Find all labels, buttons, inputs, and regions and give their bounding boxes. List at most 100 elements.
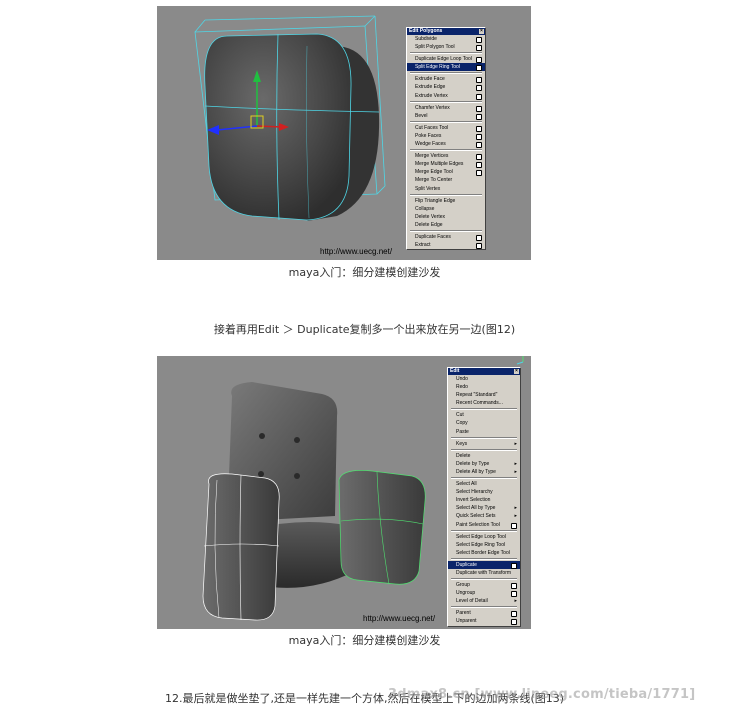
menu-item[interactable]: Keys ▸ [448, 440, 520, 448]
option-box-icon[interactable] [511, 591, 517, 598]
menu-item[interactable]: Select All [448, 480, 520, 488]
menu-title-label: Edit [450, 368, 460, 374]
menu-item[interactable]: Extrude Edge [407, 83, 485, 92]
submenu-arrow-icon: ▸ [514, 440, 517, 447]
menu-item[interactable]: Select Edge Loop Tool [448, 533, 520, 541]
menu-item[interactable]: Parent [448, 609, 520, 618]
menu-item[interactable]: Poke Faces [407, 132, 485, 140]
menu-item-label: Keys [456, 440, 468, 447]
close-icon[interactable]: × [479, 29, 484, 34]
menu-item[interactable]: Unparent [448, 617, 520, 626]
menu-divider [451, 448, 517, 451]
option-box-icon[interactable] [476, 170, 482, 177]
menu-item[interactable]: Merge Multiple Edges [407, 160, 485, 169]
option-box-icon[interactable] [476, 142, 482, 149]
menu-item[interactable]: Delete All by Type ▸ [448, 468, 520, 476]
option-box-icon[interactable] [476, 133, 482, 140]
menu-item[interactable]: Cut [448, 411, 520, 419]
option-box-icon[interactable] [476, 154, 482, 161]
menu-item[interactable]: Delete Vertex [407, 213, 485, 221]
option-box-icon[interactable] [476, 243, 482, 250]
option-box-icon[interactable] [476, 85, 482, 92]
option-box-icon[interactable] [476, 162, 482, 169]
option-box-icon[interactable] [476, 125, 482, 132]
menu-item[interactable]: Redo [448, 383, 520, 391]
menu-item[interactable]: Delete by Type ▸ [448, 460, 520, 468]
menu-item[interactable]: Split Edge Ring Tool [407, 63, 485, 72]
menu-item[interactable]: Flip Triangle Edge [407, 197, 485, 205]
menu-item[interactable]: Copy [448, 419, 520, 427]
menu-item-label: Invert Selection [456, 497, 491, 504]
option-box-icon[interactable] [511, 619, 517, 626]
option-box-icon[interactable] [511, 522, 517, 529]
edit-menu[interactable]: Edit × Undo Redo Repeat "Standard" Recent Com… [447, 367, 521, 627]
menu-item[interactable]: Repeat "Standard" [448, 391, 520, 399]
menu-item[interactable]: Merge Vertices [407, 152, 485, 161]
menu-item[interactable]: Group [448, 581, 520, 590]
maya-viewport-screenshot-2: http://www.uecg.net/ Edit × Undo Redo Repeat… [157, 356, 531, 629]
menu-item[interactable]: Wedge Faces [407, 140, 485, 149]
option-box-icon[interactable] [511, 611, 517, 618]
menu-item[interactable]: Duplicate Faces [407, 233, 485, 241]
menu-item[interactable]: Duplicate [448, 560, 520, 569]
menu-item[interactable]: Delete Edge [407, 221, 485, 229]
menu-item-label: Duplicate Faces [415, 233, 451, 240]
menu-item[interactable]: Merge To Center [407, 176, 485, 184]
submenu-arrow-icon: ▸ [514, 468, 517, 475]
menu-title[interactable]: Edit Polygons × [407, 28, 485, 35]
menu-item[interactable]: Extrude Face [407, 75, 485, 84]
menu-item[interactable]: Split Polygon Tool [407, 43, 485, 52]
option-box-icon[interactable] [476, 105, 482, 112]
menu-item-label: Poke Faces [415, 132, 442, 139]
menu-item[interactable]: Extract [407, 241, 485, 250]
option-box-icon[interactable] [511, 583, 517, 590]
menu-item[interactable]: Select Hierarchy [448, 488, 520, 496]
menu-item-label: Undo [456, 376, 468, 382]
menu-divider [410, 100, 482, 103]
menu-item-label: Merge To Center [415, 177, 453, 184]
menu-item-label: Paint Selection Tool [456, 521, 500, 528]
menu-item[interactable]: Subdivide [407, 35, 485, 43]
menu-item[interactable]: Split Vertex [407, 185, 485, 193]
menu-item[interactable]: Cut Faces Tool [407, 124, 485, 132]
menu-item[interactable]: Ungroup [448, 589, 520, 598]
menu-item[interactable]: Duplicate Edge Loop Tool [407, 55, 485, 64]
option-box-icon[interactable] [511, 562, 517, 569]
option-box-icon[interactable] [476, 113, 482, 120]
figure-caption-1: maya入门：细分建模创建沙发 [288, 266, 441, 279]
menu-title[interactable]: Edit × [448, 368, 520, 375]
option-box-icon[interactable] [476, 234, 482, 241]
option-box-icon[interactable] [476, 93, 482, 100]
menu-item[interactable]: Merge Edge Tool [407, 168, 485, 177]
option-box-icon[interactable] [476, 37, 482, 43]
menu-title-label: Edit Polygons [409, 28, 443, 34]
menu-item[interactable]: Bevel [407, 112, 485, 120]
menu-item-label: Cut [456, 412, 464, 419]
menu-item[interactable]: Paste [448, 428, 520, 436]
menu-item[interactable]: Delete [448, 452, 520, 460]
menu-item-label: Bevel [415, 112, 428, 119]
menu-item-label: Select Border Edge Tool [456, 549, 510, 556]
menu-item[interactable]: Duplicate with Transform [448, 569, 520, 577]
menu-item[interactable]: Select Border Edge Tool [448, 549, 520, 557]
option-box-icon[interactable] [476, 45, 482, 52]
site-watermark: 3dmax8.cn [www.lineeg.com/tieba/1771] [388, 687, 696, 702]
option-box-icon[interactable] [476, 77, 482, 84]
menu-item[interactable]: Quick Select Sets ▸ [448, 512, 520, 520]
close-icon[interactable]: × [514, 369, 519, 374]
edit-polygons-menu[interactable]: Edit Polygons × Subdivide Split Polygon Too… [406, 27, 486, 251]
menu-item[interactable]: Collapse [407, 205, 485, 213]
menu-item[interactable]: Recent Commands... [448, 399, 520, 407]
option-box-icon[interactable] [476, 65, 482, 72]
menu-item[interactable]: Undo [448, 375, 520, 383]
menu-item[interactable]: Invert Selection [448, 496, 520, 504]
menu-item[interactable]: Select Edge Ring Tool [448, 541, 520, 549]
menu-item-label: Cut Faces Tool [415, 124, 449, 131]
menu-item[interactable]: Paint Selection Tool [448, 521, 520, 529]
menu-item[interactable]: Extrude Vertex [407, 92, 485, 100]
menu-item[interactable]: Level of Detail ▸ [448, 597, 520, 605]
menu-item[interactable]: Select All by Type ▸ [448, 504, 520, 512]
menu-item-label: Unparent [456, 618, 477, 625]
option-box-icon[interactable] [476, 57, 482, 64]
menu-item[interactable]: Chamfer Vertex [407, 104, 485, 112]
